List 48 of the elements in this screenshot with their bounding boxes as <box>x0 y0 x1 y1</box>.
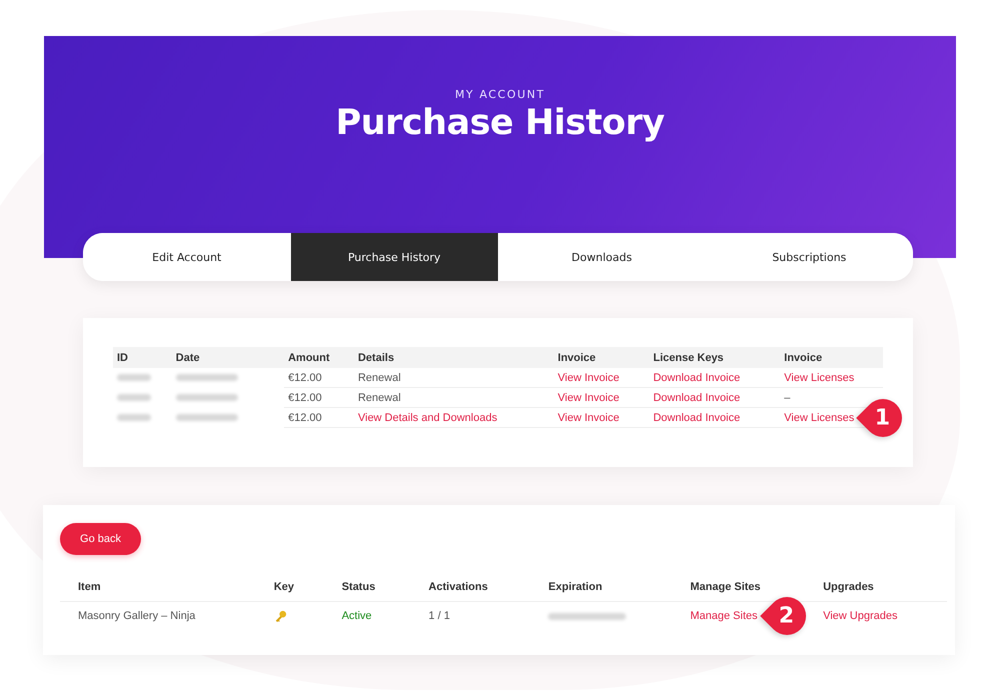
table-link[interactable]: Download Invoice <box>653 392 740 404</box>
column-header: Item <box>78 581 101 593</box>
column-header: Expiration <box>548 581 602 593</box>
table-cell: €12.00 <box>288 412 322 424</box>
table-link[interactable]: View Licenses <box>784 412 854 424</box>
go-back-button[interactable]: Go back <box>60 523 141 555</box>
table-cell: Masonry Gallery – Ninja <box>78 610 196 622</box>
key-icon <box>274 610 287 622</box>
column-header: Invoice <box>558 352 596 364</box>
table-cell: €12.00 <box>288 372 322 384</box>
table-link[interactable]: Download Invoice <box>653 412 740 424</box>
blurred-text <box>176 394 238 402</box>
column-header: Activations <box>428 581 488 593</box>
table-link[interactable]: View Details and Downloads <box>358 412 498 424</box>
tab[interactable]: Purchase History <box>290 233 498 281</box>
column-header: Details <box>358 352 394 364</box>
column-header: Status <box>342 581 376 593</box>
blurred-text <box>117 394 151 402</box>
tab[interactable]: Edit Account <box>83 233 290 281</box>
column-header: Date <box>176 352 200 364</box>
column-header: ID <box>117 352 128 364</box>
page-title: Purchase History <box>336 103 664 143</box>
blurred-text <box>176 414 238 422</box>
table-link[interactable]: View Invoice <box>558 372 620 384</box>
tab[interactable]: Downloads <box>498 233 706 281</box>
column-header: License Keys <box>653 352 724 364</box>
table-link[interactable]: View Invoice <box>558 392 620 404</box>
column-header: Upgrades <box>823 581 874 593</box>
status-text: Active <box>342 610 372 622</box>
tab[interactable]: Subscriptions <box>706 233 913 281</box>
header-eyebrow: MY ACCOUNT <box>454 88 546 101</box>
column-header: Amount <box>288 352 330 364</box>
blurred-text <box>117 414 151 422</box>
blurred-text <box>176 374 238 382</box>
table-link[interactable]: Download Invoice <box>653 372 740 384</box>
blurred-text <box>117 374 151 382</box>
table-link[interactable]: View Invoice <box>558 412 620 424</box>
table-cell: – <box>784 392 790 404</box>
column-header: Invoice <box>784 352 822 364</box>
table-cell: 1 / 1 <box>428 610 450 622</box>
column-header: Key <box>274 581 294 593</box>
table-link[interactable]: Manage Sites <box>690 610 758 622</box>
table-link[interactable]: View Upgrades <box>823 610 898 622</box>
table-cell: €12.00 <box>288 392 322 404</box>
table-cell: Renewal <box>358 392 401 404</box>
table-link[interactable]: View Licenses <box>784 372 854 384</box>
table-cell: Renewal <box>358 372 401 384</box>
column-header: Manage Sites <box>690 581 761 593</box>
